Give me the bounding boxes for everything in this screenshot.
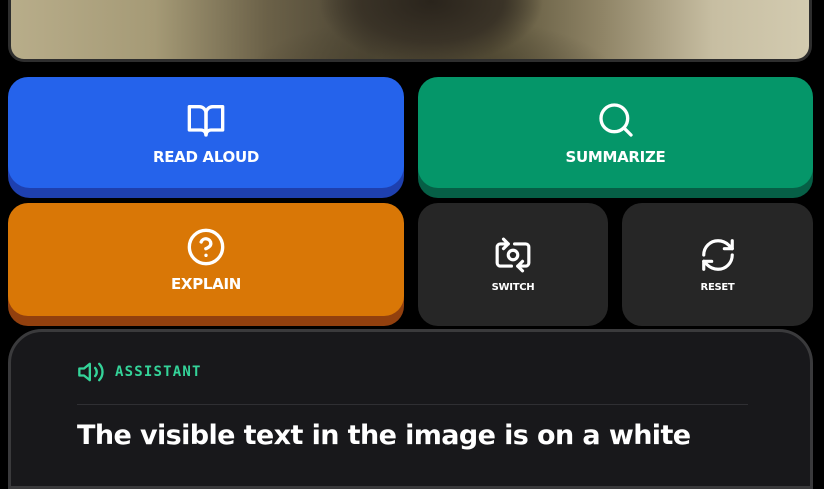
assistant-panel: ASSISTANT The visible text in the image … (8, 329, 813, 489)
explain-label: EXPLAIN (170, 274, 241, 293)
search-icon (598, 102, 633, 137)
read-aloud-button[interactable]: READ ALOUD (8, 77, 404, 188)
reset-button[interactable]: RESET (622, 203, 813, 326)
switch-label: SWITCH (491, 282, 535, 293)
assistant-label: ASSISTANT (115, 364, 202, 380)
explain-button[interactable]: EXPLAIN (8, 203, 404, 316)
assistant-message: The visible text in the image is on a wh… (77, 420, 691, 451)
camera-preview (8, 0, 812, 62)
summarize-button[interactable]: SUMMARIZE (418, 77, 813, 188)
reset-label: RESET (700, 282, 735, 293)
read-aloud-label: READ ALOUD (152, 147, 260, 166)
assistant-header: ASSISTANT (77, 358, 202, 386)
book-open-icon (187, 104, 225, 137)
switch-camera-icon (495, 237, 531, 273)
divider (77, 404, 748, 405)
help-circle-icon (187, 228, 225, 265)
summarize-label: SUMMARIZE (565, 147, 666, 166)
speaker-icon (78, 362, 104, 382)
switch-camera-button[interactable]: SWITCH (418, 203, 608, 326)
refresh-icon (701, 239, 734, 271)
